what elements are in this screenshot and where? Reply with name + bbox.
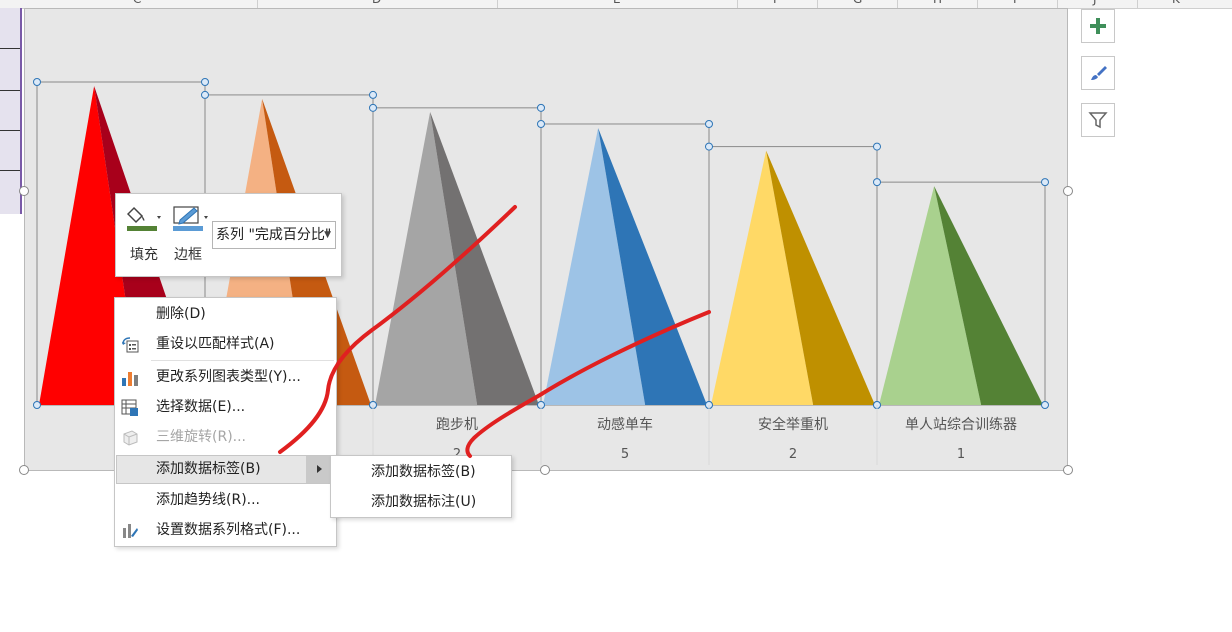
menu-item-select-data[interactable]: 选择数据(E)... — [116, 393, 335, 422]
selection-handle[interactable] — [201, 78, 209, 86]
menu-item-delete[interactable]: 删除(D) — [116, 300, 335, 329]
selection-handle[interactable] — [873, 178, 881, 187]
chart-resize-handle[interactable] — [19, 186, 29, 196]
selection-handle[interactable] — [537, 119, 545, 128]
menu-item-label: 添加数据标签(B) — [371, 464, 476, 480]
mini-toolbar: 填充 边框 系列 "完成百分比" ▼ — [115, 193, 342, 277]
chart-resize-handle[interactable] — [1063, 186, 1073, 196]
menu-item-reset-style[interactable]: 重设以匹配样式(A) — [116, 330, 335, 359]
border-button[interactable]: 边框 — [168, 204, 208, 266]
3d-rotation-icon — [123, 430, 138, 446]
brush-icon — [1091, 66, 1107, 80]
selection-handle[interactable] — [705, 119, 713, 128]
fill-label: 填充 — [130, 247, 158, 263]
selection-handle[interactable] — [1041, 401, 1049, 409]
plus-icon — [1090, 18, 1106, 34]
select-data-icon — [121, 399, 138, 416]
chart-styles-button[interactable] — [1081, 56, 1115, 90]
border-label: 边框 — [174, 247, 202, 263]
reset-style-icon — [122, 337, 139, 353]
chart-filters-button[interactable] — [1081, 103, 1115, 137]
menu-item-label: 三维旋转(R)... — [156, 429, 247, 445]
value-label-3: 5 — [620, 447, 630, 462]
format-series-icon — [123, 524, 138, 538]
menu-item-label: 添加趋势线(R)... — [156, 492, 261, 508]
menu-item-label: 设置数据系列格式(F)... — [156, 522, 301, 538]
paint-bucket-icon — [126, 206, 161, 231]
category-label-4: 安全举重机 — [758, 417, 828, 433]
selection-handle[interactable] — [537, 103, 545, 112]
submenu-item-add-data-labels[interactable]: 添加数据标签(B) — [332, 458, 510, 487]
series-selector-dropdown[interactable]: 系列 "完成百分比" ▼ — [212, 221, 336, 249]
context-menu: 删除(D) 重设以匹配样式(A) 更改系列图表类型(Y)... 选择数据(E).… — [114, 297, 337, 547]
menu-item-change-series-chart-type[interactable]: 更改系列图表类型(Y)... — [116, 363, 335, 392]
fill-button[interactable]: 填充 — [124, 204, 164, 266]
menu-item-add-trendline[interactable]: 添加趋势线(R)... — [116, 486, 335, 515]
selection-handle[interactable] — [33, 401, 41, 409]
chevron-down-icon: ▼ — [324, 230, 331, 240]
menu-item-format-data-series[interactable]: 设置数据系列格式(F)... — [116, 516, 335, 545]
menu-item-label: 删除(D) — [156, 306, 206, 322]
selection-handle[interactable] — [33, 78, 41, 86]
bar-chart-icon — [122, 372, 138, 386]
submenu-item-add-data-callouts[interactable]: 添加数据标注(U) — [332, 488, 510, 517]
selection-handle[interactable] — [1041, 178, 1049, 187]
data-labels-submenu: 添加数据标签(B) 添加数据标注(U) — [330, 455, 512, 518]
category-label-5: 单人站综合训练器 — [905, 417, 1017, 433]
value-label-4: 2 — [788, 447, 798, 462]
chart-resize-handle[interactable] — [1063, 465, 1073, 475]
menu-item-3d-rotation[interactable]: 三维旋转(R)... — [116, 423, 335, 452]
menu-item-label: 更改系列图表类型(Y)... — [156, 369, 301, 385]
pen-icon — [173, 206, 208, 231]
value-label-5: 1 — [956, 447, 966, 462]
series-selector-value: 系列 "完成百分比" — [216, 227, 332, 243]
selection-handle[interactable] — [201, 90, 209, 99]
category-label-2: 跑步机 — [436, 417, 478, 433]
selection-handle[interactable] — [705, 142, 713, 151]
menu-item-label: 选择数据(E)... — [156, 399, 246, 415]
selection-handle[interactable] — [873, 142, 881, 151]
selection-handle[interactable] — [369, 90, 377, 99]
menu-item-label: 添加数据标注(U) — [371, 494, 477, 510]
chart-resize-handle[interactable] — [540, 465, 550, 475]
category-label-3: 动感单车 — [597, 417, 653, 433]
chart-elements-button[interactable] — [1081, 9, 1115, 43]
funnel-icon — [1088, 112, 1108, 129]
chart-resize-handle[interactable] — [19, 465, 29, 475]
menu-item-label: 重设以匹配样式(A) — [156, 336, 275, 352]
menu-item-add-data-labels[interactable]: 添加数据标签(B) — [116, 455, 335, 484]
menu-separator — [151, 360, 334, 361]
menu-item-label: 添加数据标签(B) — [156, 461, 261, 477]
selection-handle[interactable] — [369, 103, 377, 112]
